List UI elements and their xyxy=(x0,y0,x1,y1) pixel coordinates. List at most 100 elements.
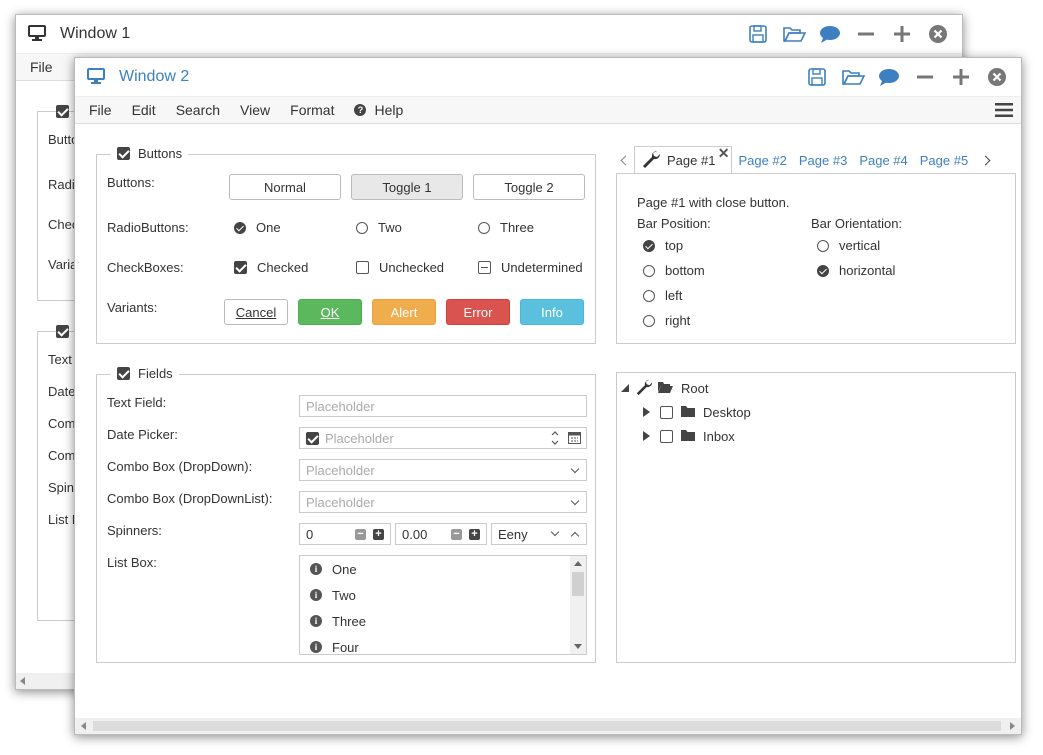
combo-dropdown[interactable]: Placeholder xyxy=(299,459,587,481)
date-picker[interactable]: Placeholder xyxy=(299,427,587,449)
list-item[interactable]: i Three xyxy=(300,608,586,634)
text-field[interactable]: Placeholder xyxy=(299,395,587,417)
comment-icon[interactable] xyxy=(873,61,905,93)
plus-icon[interactable]: + xyxy=(469,529,480,540)
spinner-decimal[interactable]: 0.00 − + xyxy=(395,523,487,545)
scroll-thumb[interactable] xyxy=(572,572,584,596)
window-2-hscrollbar[interactable] xyxy=(75,718,1021,734)
error-button[interactable]: Error xyxy=(446,299,510,325)
scroll-up-icon[interactable] xyxy=(574,561,582,566)
buttons-group-checkbox[interactable] xyxy=(117,147,130,160)
menu-file[interactable]: File xyxy=(79,102,122,118)
fields-group-checkbox[interactable] xyxy=(117,367,130,380)
expanded-arrow-icon[interactable] xyxy=(621,384,629,392)
collapsed-arrow-icon[interactable] xyxy=(643,407,650,417)
toggle-1-button[interactable]: Toggle 1 xyxy=(351,174,463,200)
calendar-icon[interactable] xyxy=(568,431,581,447)
info-button[interactable]: Info xyxy=(520,299,584,325)
folder-open-icon[interactable] xyxy=(778,18,810,50)
bar-position-left[interactable]: left xyxy=(643,288,682,303)
minimize-icon[interactable] xyxy=(850,18,882,50)
tree-node-root[interactable]: Root xyxy=(621,377,708,399)
collapsed-arrow-icon[interactable] xyxy=(643,431,650,441)
tab-page-5[interactable]: Page #5 xyxy=(914,146,974,174)
list-box-scrollbar[interactable] xyxy=(570,556,586,654)
checkbox-checked[interactable]: Checked xyxy=(234,260,308,275)
comment-icon[interactable] xyxy=(814,18,846,50)
radio-label: bottom xyxy=(665,263,705,278)
tab-scroll-left-icon[interactable] xyxy=(616,146,634,174)
group-checkbox[interactable] xyxy=(56,105,69,118)
scroll-down-icon[interactable] xyxy=(574,644,582,649)
radio-three[interactable]: Three xyxy=(478,220,534,235)
date-picker-checkbox[interactable] xyxy=(306,431,319,445)
menu-edit[interactable]: Edit xyxy=(122,102,166,118)
tab-close-icon[interactable]: ✕ xyxy=(718,145,730,162)
ok-button[interactable]: OK xyxy=(298,299,362,325)
hamburger-menu-icon[interactable] xyxy=(995,102,1013,121)
window-1-titlebar[interactable]: Window 1 xyxy=(16,15,962,53)
menu-view[interactable]: View xyxy=(230,102,280,118)
menu-help[interactable]: ? Help xyxy=(344,102,413,118)
close-icon[interactable] xyxy=(922,18,954,50)
window-1-hscrollbar[interactable] xyxy=(16,673,76,689)
list-item[interactable]: i Two xyxy=(300,582,586,608)
minus-icon[interactable]: − xyxy=(451,529,462,540)
close-icon[interactable] xyxy=(981,61,1013,93)
tab-page-2[interactable]: Page #2 xyxy=(732,146,792,174)
chevron-down-icon[interactable] xyxy=(550,527,560,537)
checkbox-undetermined[interactable]: Undetermined xyxy=(478,260,583,275)
tab-page-4[interactable]: Page #4 xyxy=(853,146,913,174)
radio-checked-icon xyxy=(234,221,246,234)
list-box[interactable]: i One i Two i Three i Four xyxy=(299,555,587,655)
chevron-up-icon[interactable] xyxy=(570,531,580,541)
normal-button[interactable]: Normal xyxy=(229,174,341,200)
tree-node-checkbox[interactable] xyxy=(660,405,673,419)
fields-group-legend[interactable]: Fields xyxy=(111,366,179,381)
menu-search[interactable]: Search xyxy=(166,102,230,118)
buttons-group-legend[interactable]: Buttons xyxy=(111,146,189,161)
minus-icon[interactable]: − xyxy=(355,529,366,540)
spin-up-down-icon[interactable] xyxy=(550,429,560,450)
bar-position-bottom[interactable]: bottom xyxy=(643,263,705,278)
chevron-down-icon[interactable] xyxy=(570,496,580,506)
bar-position-right[interactable]: right xyxy=(643,313,690,328)
scroll-thumb[interactable] xyxy=(93,721,1001,731)
radio-two[interactable]: Two xyxy=(356,220,402,235)
checkbox-unchecked[interactable]: Unchecked xyxy=(356,260,444,275)
save-icon[interactable] xyxy=(742,18,774,50)
plus-icon[interactable]: + xyxy=(373,529,384,540)
bar-orientation-vertical[interactable]: vertical xyxy=(817,238,880,253)
alert-button[interactable]: Alert xyxy=(372,299,436,325)
radio-one[interactable]: One xyxy=(234,220,281,235)
toggle-2-button[interactable]: Toggle 2 xyxy=(473,174,585,200)
chevron-down-icon[interactable] xyxy=(570,464,580,474)
combo-dropdownlist[interactable]: Placeholder xyxy=(299,491,587,513)
tree-node-desktop[interactable]: Desktop xyxy=(643,401,751,423)
tree-node-checkbox[interactable] xyxy=(660,429,673,443)
list-item[interactable]: i Four xyxy=(300,634,586,654)
scroll-right-icon[interactable] xyxy=(1010,722,1015,730)
list-item[interactable]: i One xyxy=(300,556,586,582)
bar-position-top[interactable]: top xyxy=(643,238,683,253)
window-2-titlebar[interactable]: Window 2 xyxy=(75,58,1021,96)
menu-format[interactable]: Format xyxy=(280,102,344,118)
cancel-button[interactable]: Cancel xyxy=(224,299,288,325)
group-checkbox[interactable] xyxy=(56,325,69,338)
spinner-list[interactable]: Eeny xyxy=(491,523,587,545)
save-icon[interactable] xyxy=(801,61,833,93)
bar-orientation-horizontal[interactable]: horizontal xyxy=(817,263,895,278)
scroll-left-icon[interactable] xyxy=(81,722,86,730)
spinner-integer[interactable]: 0 − + xyxy=(299,523,391,545)
maximize-icon[interactable] xyxy=(886,18,918,50)
menu-file[interactable]: File xyxy=(20,59,63,75)
folder-open-icon[interactable] xyxy=(837,61,869,93)
maximize-icon[interactable] xyxy=(945,61,977,93)
tree-view[interactable]: Root Desktop Inbox xyxy=(616,372,1016,663)
tree-node-inbox[interactable]: Inbox xyxy=(643,425,735,447)
tab-page-1[interactable]: Page #1 ✕ xyxy=(634,145,733,174)
tab-scroll-right-icon[interactable] xyxy=(974,146,996,174)
tab-page-3[interactable]: Page #3 xyxy=(793,146,853,174)
window-2[interactable]: Window 2 File Edit Search View Format ? … xyxy=(74,57,1022,735)
minimize-icon[interactable] xyxy=(909,61,941,93)
